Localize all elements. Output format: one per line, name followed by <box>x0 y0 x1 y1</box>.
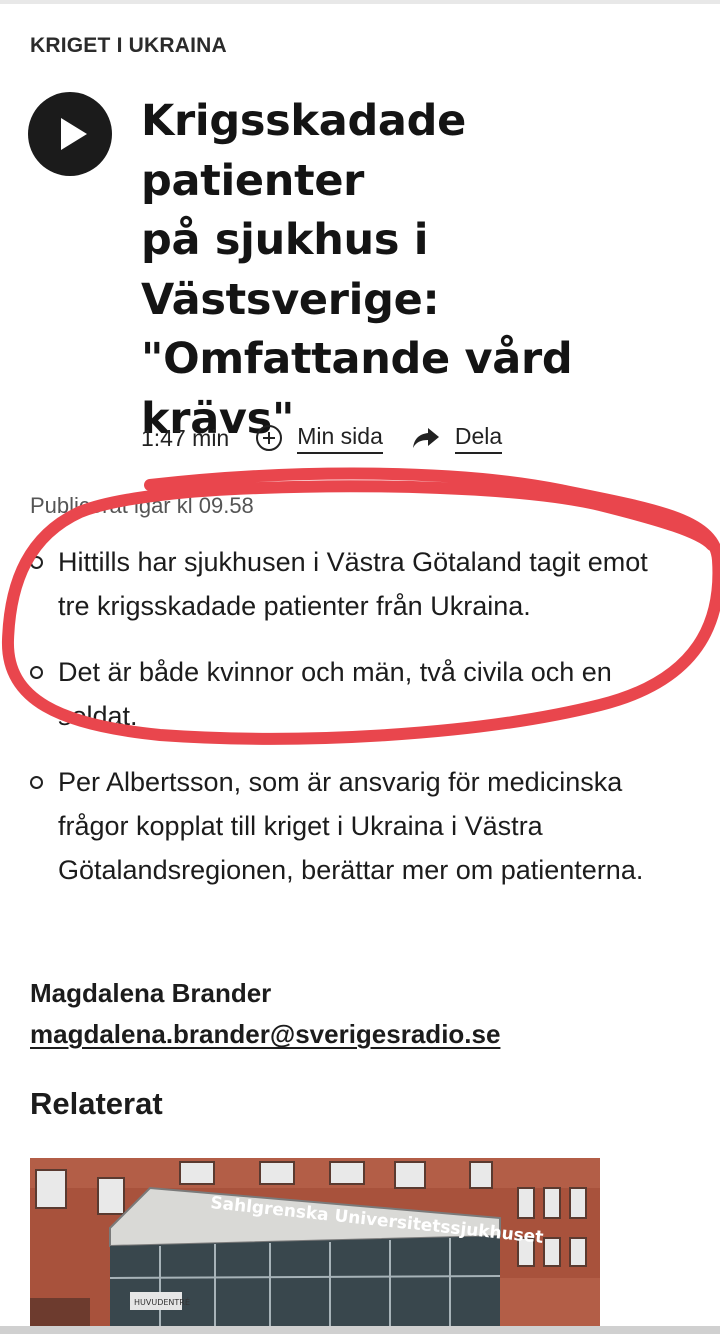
my-page-label: Min sida <box>297 423 383 454</box>
list-item: Per Albertsson, som är ansvarig för medi… <box>30 760 680 892</box>
list-item: Det är både kvinnor och män, två civila … <box>30 650 680 738</box>
related-heading: Relaterat <box>30 1086 163 1121</box>
play-button[interactable] <box>28 92 112 176</box>
add-to-my-page-button[interactable]: Min sida <box>255 423 383 454</box>
play-icon <box>61 118 87 150</box>
share-label: Dela <box>454 423 503 454</box>
door-sign-text: HUVUDENTRÉ <box>134 1296 190 1307</box>
article-kicker[interactable]: KRIGET I UKRAINA <box>30 34 227 58</box>
top-edge <box>0 0 720 4</box>
bullet-icon <box>30 666 43 679</box>
plus-circle-icon <box>255 424 283 452</box>
title-line: Västsverige: <box>141 274 440 325</box>
article-title: Krigsskadade patienter på sjukhus i Väst… <box>141 92 701 449</box>
audio-meta-row: 1:47 min Min sida Dela <box>141 418 530 458</box>
summary-list: Hittills har sjukhusen i Västra Götaland… <box>30 540 680 914</box>
list-item: Hittills har sjukhusen i Västra Götaland… <box>30 540 680 628</box>
related-article-image[interactable]: Sahlgrenska Universitetssjukhuset HUVUDE… <box>30 1158 600 1326</box>
author-email-link[interactable]: magdalena.brander@sverigesradio.se <box>30 1019 500 1050</box>
share-button[interactable]: Dela <box>411 423 503 454</box>
published-timestamp: Publicerat igår kl 09.58 <box>30 493 254 518</box>
title-line: Krigsskadade patienter <box>141 96 466 206</box>
bullet-text: Hittills har sjukhusen i Västra Götaland… <box>58 547 648 621</box>
author-name: Magdalena Brander <box>30 978 272 1008</box>
share-arrow-icon <box>411 426 441 450</box>
audio-duration: 1:47 min <box>141 424 230 451</box>
bullet-text: Det är både kvinnor och män, två civila … <box>58 657 612 731</box>
title-line: "Omfattande vård <box>141 334 573 384</box>
bullet-icon <box>30 556 43 569</box>
title-line: på sjukhus i <box>141 215 429 265</box>
bullet-text: Per Albertsson, som är ansvarig för medi… <box>58 767 644 885</box>
bullet-icon <box>30 776 43 789</box>
bottom-scroll-edge <box>0 1326 720 1334</box>
